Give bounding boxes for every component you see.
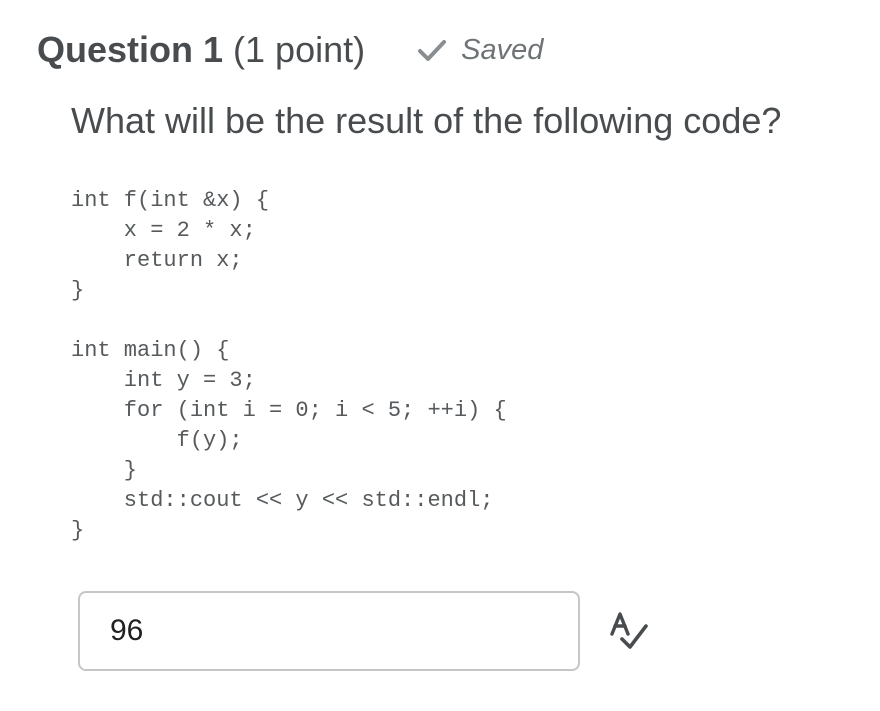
saved-label: Saved [461, 33, 544, 66]
code-line: return x; [71, 248, 243, 273]
saved-status: Saved [417, 34, 543, 67]
question-prompt: What will be the result of the following… [71, 100, 782, 141]
code-line: } [71, 278, 85, 303]
question-title: Question 1 [37, 29, 224, 70]
spellcheck-icon[interactable] [608, 610, 652, 654]
code-line: std::cout << y << std::endl; [71, 488, 494, 513]
code-line: int main() { [71, 338, 230, 363]
code-line: } [71, 458, 138, 483]
code-line: } [71, 518, 85, 543]
answer-value: 96 [110, 614, 144, 647]
code-line: f(y); [71, 428, 243, 453]
check-icon [417, 38, 447, 62]
code-line: int y = 3; [71, 368, 256, 393]
code-line: x = 2 * x; [71, 218, 256, 243]
code-line: int f(int &x) { [71, 188, 270, 213]
question-header: Question 1 (1 point) Saved [37, 26, 543, 74]
code-line: for (int i = 0; i < 5; ++i) { [71, 398, 507, 423]
code-block: int f(int &x) { x = 2 * x; return x; } i… [71, 186, 507, 546]
question-points: (1 point) [233, 29, 366, 70]
answer-input[interactable]: 96 [78, 591, 580, 671]
